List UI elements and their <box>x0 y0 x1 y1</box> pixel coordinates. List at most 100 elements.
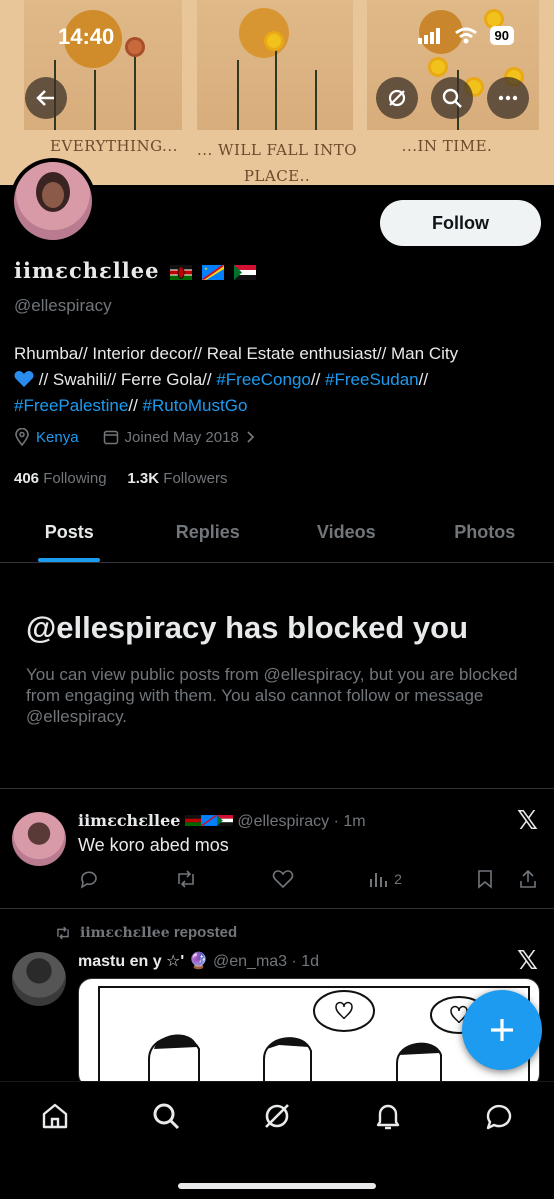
tab-posts[interactable]: Posts <box>0 505 139 562</box>
bio-text-1: Rhumba// Interior decor// Real Estate en… <box>14 344 459 363</box>
following-label: Following <box>43 470 107 487</box>
search-button[interactable] <box>431 77 473 119</box>
post-author[interactable]: mastu en y ☆' 🔮 <box>78 953 209 970</box>
followers-link[interactable]: 1.3K Followers <box>127 470 227 487</box>
system-icons: 90 <box>417 26 514 45</box>
reposted-by[interactable]: iimɛchɛllee <box>80 925 170 941</box>
banner-caption-2: ... WILL FALL INTO PLACE.. <box>196 141 358 185</box>
wifi-icon <box>454 27 477 43</box>
post-avatar[interactable] <box>12 812 66 866</box>
profile-display-name: iimɛchɛllee <box>14 258 257 283</box>
like-heart-icon[interactable] <box>272 869 294 889</box>
chevron-right-icon[interactable] <box>245 430 255 444</box>
bottom-navigation <box>0 1081 554 1199</box>
divider <box>0 908 554 909</box>
reply-icon[interactable] <box>78 868 100 890</box>
profile-stats: 406 Following 1.3K Followers <box>14 470 227 487</box>
hashtag-freesudan[interactable]: #FreeSudan <box>325 370 419 389</box>
banner-caption-3: ...IN TIME. <box>401 137 493 155</box>
blue-heart-icon <box>14 371 34 387</box>
bio-text-2: // Swahili// Ferre Gola// <box>34 370 217 389</box>
x-logo-icon: 𝕏 <box>517 806 538 836</box>
views-bars-icon <box>370 873 388 887</box>
search-icon <box>153 1103 180 1130</box>
chat-bubble-icon <box>486 1104 511 1130</box>
profile-avatar[interactable] <box>10 158 96 244</box>
hashtag-rutomustgo[interactable]: #RutoMustGo <box>143 396 248 415</box>
following-link[interactable]: 406 Following <box>14 470 107 487</box>
profile-location[interactable]: Kenya <box>36 429 79 446</box>
post-avatar[interactable] <box>12 952 66 1006</box>
bio-text-5: // <box>128 396 143 415</box>
follow-button[interactable]: Follow <box>380 200 541 246</box>
sudan-flag-icon <box>216 815 233 826</box>
profile-bio: Rhumba// Interior decor// Real Estate en… <box>14 341 539 419</box>
blocked-title: @ellespiracy has blocked you <box>26 610 469 645</box>
post-header: iimɛchɛllee @ellespiracy · 1m <box>78 811 366 831</box>
battery-indicator: 90 <box>489 26 514 45</box>
post-author[interactable]: iimɛchɛllee <box>78 811 180 830</box>
post-text: We koro abed mos <box>78 835 229 855</box>
views-count: 2 <box>394 871 402 887</box>
more-options-button[interactable] <box>487 77 529 119</box>
retweet-icon <box>57 926 69 939</box>
kenya-flag-icon <box>184 815 201 826</box>
kenya-flag-icon <box>169 265 192 280</box>
share-icon[interactable] <box>518 869 538 889</box>
display-name-text: iimɛchɛllee <box>14 258 160 283</box>
drc-flag-icon <box>200 815 217 826</box>
divider <box>0 788 554 789</box>
repost-indicator: iimɛchɛllee reposted <box>54 924 237 941</box>
plus-icon <box>491 1019 513 1041</box>
tab-photos[interactable]: Photos <box>416 505 554 562</box>
nav-grok[interactable] <box>249 1100 305 1140</box>
followers-count: 1.3K <box>127 470 160 487</box>
bio-text-4: // <box>418 370 429 389</box>
banner-caption-1: EVERYTHING... <box>50 137 178 155</box>
grok-icon <box>265 1104 289 1128</box>
grok-icon <box>388 89 406 107</box>
calendar-icon <box>103 430 118 445</box>
hashtag-freepalestine[interactable]: #FreePalestine <box>14 396 128 415</box>
compose-post-button[interactable] <box>462 990 542 1070</box>
followers-label: Followers <box>163 470 228 487</box>
profile-handle: @ellespiracy <box>14 296 112 315</box>
views-stat[interactable]: 2 <box>368 869 402 889</box>
post-header: mastu en y ☆' 🔮 @en_ma3 · 1d <box>78 951 319 971</box>
x-logo-icon: 𝕏 <box>517 946 538 976</box>
nav-home[interactable] <box>27 1100 83 1140</box>
profile-meta: Kenya Joined May 2018 <box>14 428 255 446</box>
nav-search[interactable] <box>138 1100 194 1140</box>
sudan-flag-icon <box>234 265 257 280</box>
avatar-image <box>14 162 92 240</box>
grok-button[interactable] <box>376 77 418 119</box>
home-icon <box>43 1103 68 1129</box>
search-icon <box>442 88 462 108</box>
status-bar: 14:40 90 <box>0 0 554 70</box>
cellular-signal-icon <box>417 27 440 44</box>
post-handle-time: @ellespiracy · 1m <box>237 813 366 830</box>
post-handle-time: @en_ma3 · 1d <box>213 953 320 970</box>
bio-text-3: // <box>310 370 326 389</box>
bookmark-icon[interactable] <box>476 869 494 889</box>
tab-videos[interactable]: Videos <box>277 505 416 562</box>
home-indicator <box>178 1183 376 1189</box>
arrow-left-icon <box>36 90 54 106</box>
following-count: 406 <box>14 470 40 487</box>
bell-icon <box>376 1104 399 1130</box>
profile-tabs: Posts Replies Videos Photos <box>0 505 554 563</box>
hashtag-freecongo[interactable]: #FreeCongo <box>216 370 311 389</box>
status-time: 14:40 <box>58 24 115 49</box>
nav-messages[interactable] <box>471 1100 527 1140</box>
blocked-notice: @ellespiracy has blocked you You can vie… <box>26 610 536 727</box>
nav-notifications[interactable] <box>360 1100 416 1140</box>
more-dots-icon <box>498 95 518 101</box>
retweet-icon[interactable] <box>174 868 198 890</box>
profile-joined: Joined May 2018 <box>124 428 239 446</box>
tab-replies[interactable]: Replies <box>139 505 278 562</box>
reposted-label: reposted <box>173 924 238 941</box>
drc-flag-icon <box>202 265 225 280</box>
blocked-body: You can view public posts from @ellespir… <box>26 665 518 726</box>
post-actions: 2 <box>78 868 538 890</box>
back-button[interactable] <box>25 77 67 119</box>
